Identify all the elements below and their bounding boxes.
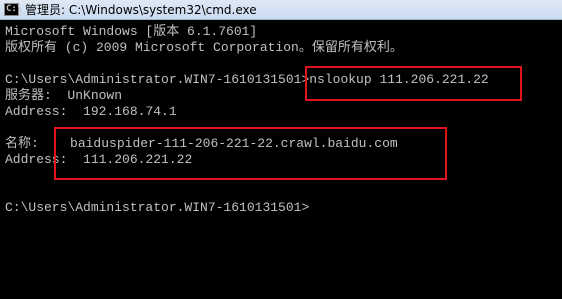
name-label: 名称: bbox=[5, 136, 39, 151]
prompt: C:\Users\Administrator.WIN7-1610131501> bbox=[5, 72, 310, 87]
server-address-label: Address: bbox=[5, 104, 68, 119]
server-address-value: 192.168.74.1 bbox=[83, 104, 177, 119]
cmd-icon: C:\ bbox=[4, 3, 23, 16]
title-bar[interactable]: C:\ 管理员: C:\Windows\system32\cmd.exe bbox=[0, 0, 562, 20]
server-line: 服务器: UnKnown bbox=[5, 88, 122, 104]
server-value: UnKnown bbox=[67, 88, 123, 103]
header-line-version: Microsoft Windows [版本 6.1.7601] bbox=[5, 24, 258, 39]
server-label: 服务器: bbox=[5, 88, 52, 103]
server-address-line: Address: 192.168.74.1 bbox=[5, 104, 177, 120]
header-line-copyright: 版权所有 (c) 2009 Microsoft Corporation。保留所有… bbox=[5, 40, 403, 55]
prompt-line: C:\Users\Administrator.WIN7-1610131501> bbox=[5, 200, 310, 215]
window-title: 管理员: C:\Windows\system32\cmd.exe bbox=[25, 3, 257, 17]
result-highlight-box bbox=[54, 127, 447, 180]
command-highlight-box bbox=[305, 66, 522, 101]
